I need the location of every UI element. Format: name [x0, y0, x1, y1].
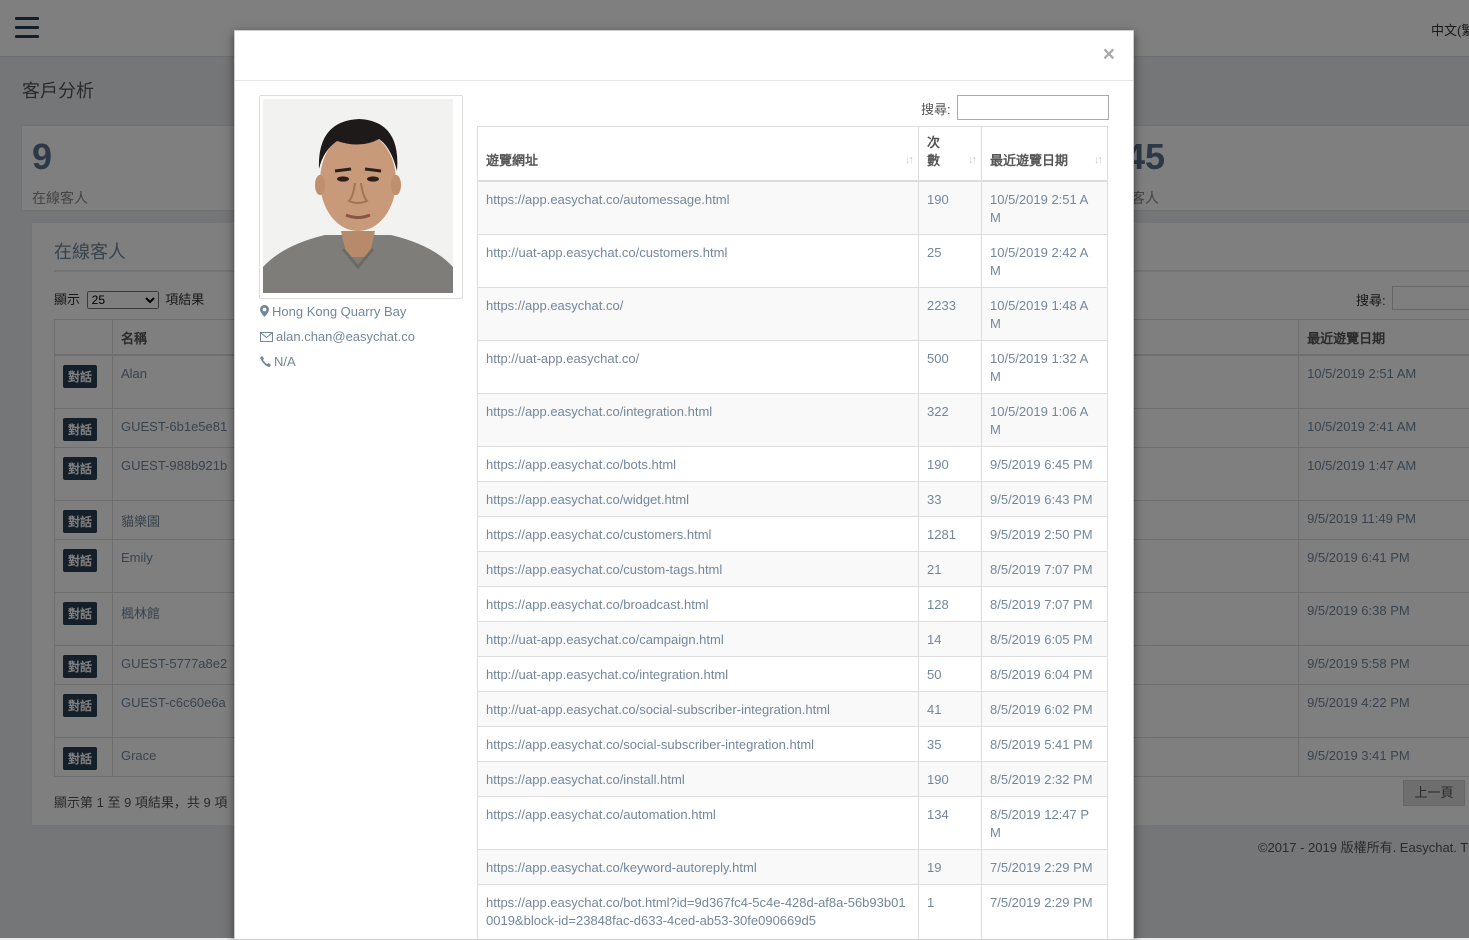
- count-cell: 2233: [919, 287, 982, 340]
- date-cell: 9/5/2019 6:43 PM: [982, 481, 1108, 516]
- phone-icon: [260, 356, 271, 367]
- table-row: https://app.easychat.co/custom-tags.html…: [478, 551, 1108, 586]
- count-cell: 50: [919, 656, 982, 691]
- count-cell: 500: [919, 340, 982, 393]
- count-cell: 35: [919, 726, 982, 761]
- table-row: http://uat-app.easychat.co/customers.htm…: [478, 234, 1108, 287]
- date-cell: 8/5/2019 12:47 PM: [982, 796, 1108, 849]
- url-cell[interactable]: https://app.easychat.co/automessage.html: [478, 181, 919, 234]
- table-row: https://app.easychat.co/223310/5/2019 1:…: [478, 287, 1108, 340]
- avatar-portrait: [263, 99, 453, 293]
- table-row: https://app.easychat.co/bot.html?id=9d36…: [478, 884, 1108, 940]
- date-cell: 9/5/2019 2:50 PM: [982, 516, 1108, 551]
- url-cell[interactable]: https://app.easychat.co/keyword-autorepl…: [478, 849, 919, 884]
- url-cell[interactable]: https://app.easychat.co/automation.html: [478, 796, 919, 849]
- customer-detail-modal: × Hong Kong Quarry Bay alan.chan@easycha…: [234, 30, 1134, 940]
- sort-icon: ↓↑: [1094, 151, 1101, 169]
- url-cell[interactable]: https://app.easychat.co/bot.html?id=9d36…: [478, 884, 919, 940]
- modal-header: ×: [235, 31, 1133, 81]
- email-line: alan.chan@easychat.co: [260, 329, 415, 344]
- table-row: https://app.easychat.co/broadcast.html12…: [478, 586, 1108, 621]
- url-cell[interactable]: https://app.easychat.co/broadcast.html: [478, 586, 919, 621]
- table-row: https://app.easychat.co/automessage.html…: [478, 181, 1108, 234]
- date-cell: 8/5/2019 6:04 PM: [982, 656, 1108, 691]
- email-text: alan.chan@easychat.co: [276, 329, 415, 344]
- url-cell[interactable]: http://uat-app.easychat.co/integration.h…: [478, 656, 919, 691]
- avatar: [259, 95, 463, 299]
- url-cell[interactable]: http://uat-app.easychat.co/customers.htm…: [478, 234, 919, 287]
- search-label: 搜尋:: [921, 102, 951, 117]
- count-cell: 14: [919, 621, 982, 656]
- count-cell: 21: [919, 551, 982, 586]
- table-row: http://uat-app.easychat.co/campaign.html…: [478, 621, 1108, 656]
- map-marker-icon: [260, 305, 269, 317]
- visit-search-input[interactable]: [957, 95, 1109, 120]
- close-icon[interactable]: ×: [1103, 44, 1115, 65]
- location-text: Hong Kong Quarry Bay: [272, 304, 406, 319]
- url-cell[interactable]: http://uat-app.easychat.co/campaign.html: [478, 621, 919, 656]
- date-cell: 9/5/2019 6:45 PM: [982, 446, 1108, 481]
- table-row: https://app.easychat.co/install.html1908…: [478, 761, 1108, 796]
- header-label: 遊覽網址: [486, 153, 538, 168]
- table-row: https://app.easychat.co/bots.html1909/5/…: [478, 446, 1108, 481]
- date-cell: 7/5/2019 2:29 PM: [982, 849, 1108, 884]
- envelope-icon: [260, 332, 273, 342]
- count-cell: 134: [919, 796, 982, 849]
- count-cell: 128: [919, 586, 982, 621]
- date-cell: 7/5/2019 2:29 PM: [982, 884, 1108, 940]
- url-cell[interactable]: http://uat-app.easychat.co/social-subscr…: [478, 691, 919, 726]
- count-cell: 1: [919, 884, 982, 940]
- date-cell: 10/5/2019 1:32 AM: [982, 340, 1108, 393]
- count-cell: 1281: [919, 516, 982, 551]
- column-header-date[interactable]: 最近遊覽日期 ↓↑: [982, 127, 1108, 182]
- visit-search: 搜尋:: [921, 99, 951, 118]
- date-cell: 10/5/2019 1:06 AM: [982, 393, 1108, 446]
- table-row: https://app.easychat.co/widget.html339/5…: [478, 481, 1108, 516]
- date-cell: 8/5/2019 6:02 PM: [982, 691, 1108, 726]
- count-cell: 19: [919, 849, 982, 884]
- phone-text: N/A: [274, 354, 296, 369]
- url-cell[interactable]: https://app.easychat.co/bots.html: [478, 446, 919, 481]
- url-cell[interactable]: http://uat-app.easychat.co/: [478, 340, 919, 393]
- url-cell[interactable]: https://app.easychat.co/: [478, 287, 919, 340]
- count-cell: 190: [919, 761, 982, 796]
- table-row: https://app.easychat.co/keyword-autorepl…: [478, 849, 1108, 884]
- date-cell: 10/5/2019 2:51 AM: [982, 181, 1108, 234]
- date-cell: 8/5/2019 7:07 PM: [982, 586, 1108, 621]
- sort-icon: ↓↑: [968, 151, 975, 169]
- table-row: https://app.easychat.co/automation.html1…: [478, 796, 1108, 849]
- sort-icon: ↓↑: [905, 151, 912, 169]
- count-cell: 322: [919, 393, 982, 446]
- phone-line: N/A: [260, 354, 296, 369]
- url-cell[interactable]: https://app.easychat.co/install.html: [478, 761, 919, 796]
- table-row: https://app.easychat.co/integration.html…: [478, 393, 1108, 446]
- visit-history-table: 遊覽網址 ↓↑ 次數 ↓↑ 最近遊覽日期 ↓↑ https://app.easycha…: [477, 126, 1108, 940]
- header-label: 次數: [927, 134, 941, 170]
- url-cell[interactable]: https://app.easychat.co/customers.html: [478, 516, 919, 551]
- column-header-count[interactable]: 次數 ↓↑: [919, 127, 982, 182]
- header-label: 最近遊覽日期: [990, 153, 1068, 168]
- count-cell: 25: [919, 234, 982, 287]
- date-cell: 8/5/2019 6:05 PM: [982, 621, 1108, 656]
- table-row: http://uat-app.easychat.co/social-subscr…: [478, 691, 1108, 726]
- table-row: https://app.easychat.co/customers.html12…: [478, 516, 1108, 551]
- date-cell: 8/5/2019 2:32 PM: [982, 761, 1108, 796]
- url-cell[interactable]: https://app.easychat.co/widget.html: [478, 481, 919, 516]
- date-cell: 8/5/2019 7:07 PM: [982, 551, 1108, 586]
- column-header-url[interactable]: 遊覽網址 ↓↑: [478, 127, 919, 182]
- date-cell: 8/5/2019 5:41 PM: [982, 726, 1108, 761]
- table-row: http://uat-app.easychat.co/integration.h…: [478, 656, 1108, 691]
- date-cell: 10/5/2019 1:48 AM: [982, 287, 1108, 340]
- count-cell: 41: [919, 691, 982, 726]
- count-cell: 33: [919, 481, 982, 516]
- count-cell: 190: [919, 181, 982, 234]
- count-cell: 190: [919, 446, 982, 481]
- date-cell: 10/5/2019 2:42 AM: [982, 234, 1108, 287]
- url-cell[interactable]: https://app.easychat.co/integration.html: [478, 393, 919, 446]
- table-row: https://app.easychat.co/social-subscribe…: [478, 726, 1108, 761]
- url-cell[interactable]: https://app.easychat.co/custom-tags.html: [478, 551, 919, 586]
- location-line: Hong Kong Quarry Bay: [260, 304, 406, 319]
- url-cell[interactable]: https://app.easychat.co/social-subscribe…: [478, 726, 919, 761]
- table-row: http://uat-app.easychat.co/50010/5/2019 …: [478, 340, 1108, 393]
